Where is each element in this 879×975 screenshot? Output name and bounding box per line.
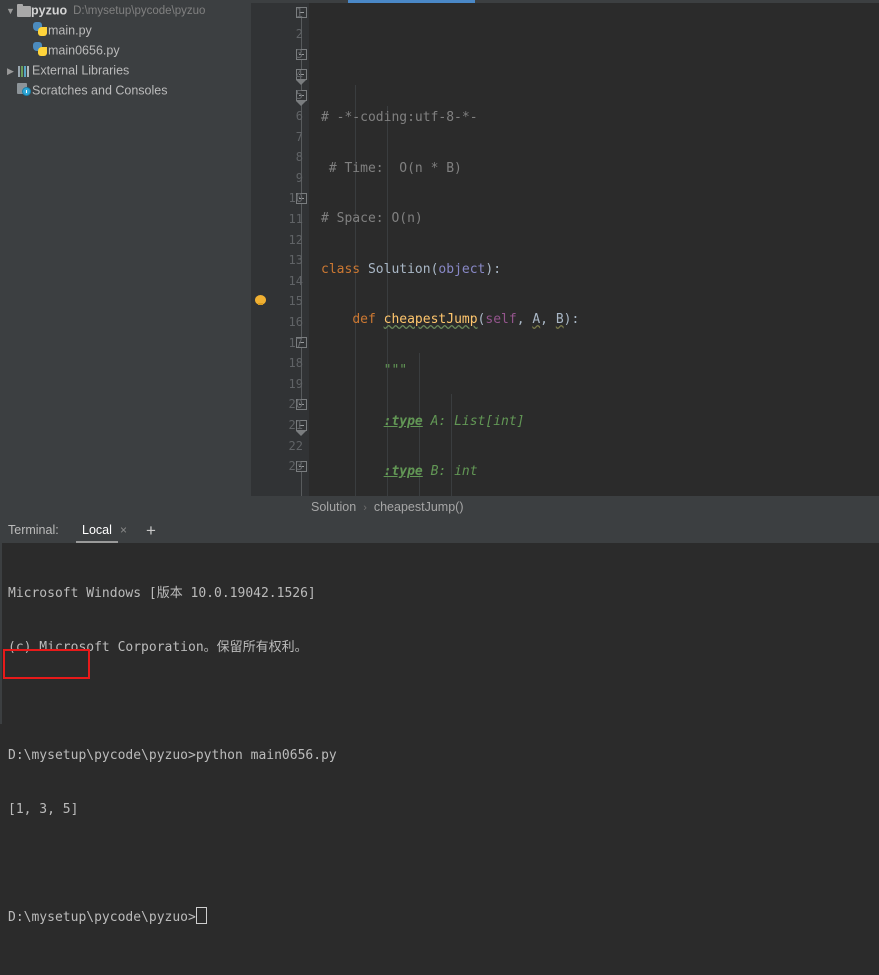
project-tool-window[interactable]: ▼ pyzuo D:\mysetup\pycode\pyzuo main.py ma… bbox=[0, 0, 251, 518]
code-line[interactable]: class Solution(object): bbox=[309, 260, 879, 281]
line-number: 12 bbox=[288, 232, 303, 247]
line-number: 10 bbox=[288, 191, 303, 206]
line-number: 13 bbox=[288, 253, 303, 268]
line-number: 4 bbox=[295, 67, 303, 82]
tree-item-main0656-py[interactable]: main0656.py bbox=[0, 40, 251, 60]
annotation-highlight-box bbox=[3, 649, 90, 679]
terminal-line: Microsoft Windows [版本 10.0.19042.1526] bbox=[8, 586, 316, 601]
chevron-down-icon[interactable]: ▼ bbox=[4, 1, 17, 21]
line-number: 14 bbox=[288, 273, 303, 288]
tree-item-label: Scratches and Consoles bbox=[32, 83, 168, 98]
tree-item-scratches-and-consoles[interactable]: ▶ Scratches and Consoles bbox=[0, 80, 251, 100]
pycharm-window: ▼ pyzuo D:\mysetup\pycode\pyzuo main.py ma… bbox=[0, 0, 879, 925]
python-file-icon bbox=[33, 42, 48, 57]
line-number: 1 bbox=[295, 6, 303, 20]
line-number: 16 bbox=[288, 315, 303, 329]
top-split: ▼ pyzuo D:\mysetup\pycode\pyzuo main.py ma… bbox=[0, 0, 879, 518]
window-left-edge bbox=[0, 0, 2, 724]
tree-item-pyzuo[interactable]: ▼ pyzuo D:\mysetup\pycode\pyzuo bbox=[0, 0, 251, 20]
line-number: 18 bbox=[288, 356, 303, 371]
terminal-tab-label: Local bbox=[82, 523, 112, 537]
line-number: 21 bbox=[288, 418, 303, 432]
line-number: 19 bbox=[288, 376, 303, 391]
close-icon[interactable]: × bbox=[120, 518, 127, 543]
code-line[interactable]: :type B: int bbox=[309, 462, 879, 483]
terminal-label: Terminal: bbox=[8, 523, 59, 537]
code-line[interactable]: # Space: O(n) bbox=[309, 209, 879, 230]
code-line[interactable]: # Time: O(n * B) bbox=[309, 159, 879, 180]
line-number: 15 bbox=[288, 294, 303, 309]
code-area[interactable]: 1 2 3 4 5 6 7 8 9 10 11 12 13 14 15 16 1 bbox=[251, 3, 879, 496]
line-number: 17 bbox=[288, 335, 303, 350]
code-line[interactable]: :type A: List[int] bbox=[309, 412, 879, 433]
terminal-line: (c) Microsoft Corporation。保留所有权利。 bbox=[8, 640, 308, 655]
line-number: 3 bbox=[295, 47, 303, 62]
terminal-header[interactable]: Terminal: Local × + bbox=[0, 518, 879, 543]
tree-item-main-py[interactable]: main.py bbox=[0, 20, 251, 40]
editor-gutter[interactable]: 1 2 3 4 5 6 7 8 9 10 11 12 13 14 15 16 1 bbox=[251, 3, 309, 496]
code-line[interactable]: """ bbox=[309, 361, 879, 382]
library-icon bbox=[17, 64, 32, 77]
line-number: 22 bbox=[288, 438, 303, 453]
breadcrumb-method[interactable]: cheapestJump() bbox=[374, 500, 464, 514]
line-number: 6 bbox=[295, 109, 303, 123]
tree-item-label: main.py bbox=[48, 23, 92, 38]
tree-item-external-libraries[interactable]: ▶ External Libraries bbox=[0, 60, 251, 80]
python-file-icon bbox=[33, 22, 48, 37]
tree-item-label: main0656.py bbox=[48, 43, 120, 58]
add-terminal-icon[interactable]: + bbox=[146, 518, 156, 543]
folder-icon bbox=[17, 4, 31, 17]
code-editor[interactable]: 1 2 3 4 5 6 7 8 9 10 11 12 13 14 15 16 1 bbox=[251, 0, 879, 518]
scratches-icon bbox=[17, 83, 32, 97]
line-number: 9 bbox=[295, 170, 303, 185]
chevron-right-icon[interactable]: ▶ bbox=[4, 61, 17, 81]
chevron-right-icon: › bbox=[363, 502, 367, 514]
terminal-tool-window[interactable]: Terminal: Local × + Microsoft Windows [版… bbox=[0, 518, 879, 925]
line-number: 7 bbox=[295, 129, 303, 144]
breadcrumb[interactable]: Solution › cheapestJump() bbox=[251, 496, 879, 518]
tree-item-label: External Libraries bbox=[32, 63, 130, 78]
line-number: 23 bbox=[288, 459, 303, 474]
terminal-tab-local[interactable]: Local bbox=[76, 518, 118, 543]
project-path: D:\mysetup\pycode\pyzuo bbox=[73, 4, 206, 17]
terminal-prompt-line[interactable]: D:\mysetup\pycode\pyzuo> bbox=[8, 906, 879, 930]
line-number: 8 bbox=[295, 150, 303, 165]
block-cursor bbox=[195, 907, 207, 924]
terminal-line: D:\mysetup\pycode\pyzuo>python main0656.… bbox=[8, 748, 337, 763]
terminal-prompt: D:\mysetup\pycode\pyzuo> bbox=[8, 910, 196, 925]
spacer-icon: ▶ bbox=[4, 81, 17, 101]
line-number: 20 bbox=[288, 397, 303, 412]
breadcrumb-class[interactable]: Solution bbox=[311, 500, 356, 514]
code-line[interactable]: def cheapestJump(self, A, B): bbox=[309, 310, 879, 331]
terminal-output[interactable]: Microsoft Windows [版本 10.0.19042.1526] (… bbox=[0, 544, 879, 925]
line-number: 5 bbox=[295, 88, 303, 103]
terminal-output-line: [1, 3, 5] bbox=[8, 802, 79, 817]
code-line[interactable]: # -*-coding:utf-8-*- bbox=[309, 108, 879, 129]
line-number: 11 bbox=[288, 212, 303, 226]
code-text[interactable]: # -*-coding:utf-8-*- # Time: O(n * B) # … bbox=[309, 3, 879, 496]
tree-item-label: pyzuo bbox=[31, 3, 68, 18]
indent-guide bbox=[355, 85, 356, 496]
line-number: 2 bbox=[295, 26, 303, 41]
